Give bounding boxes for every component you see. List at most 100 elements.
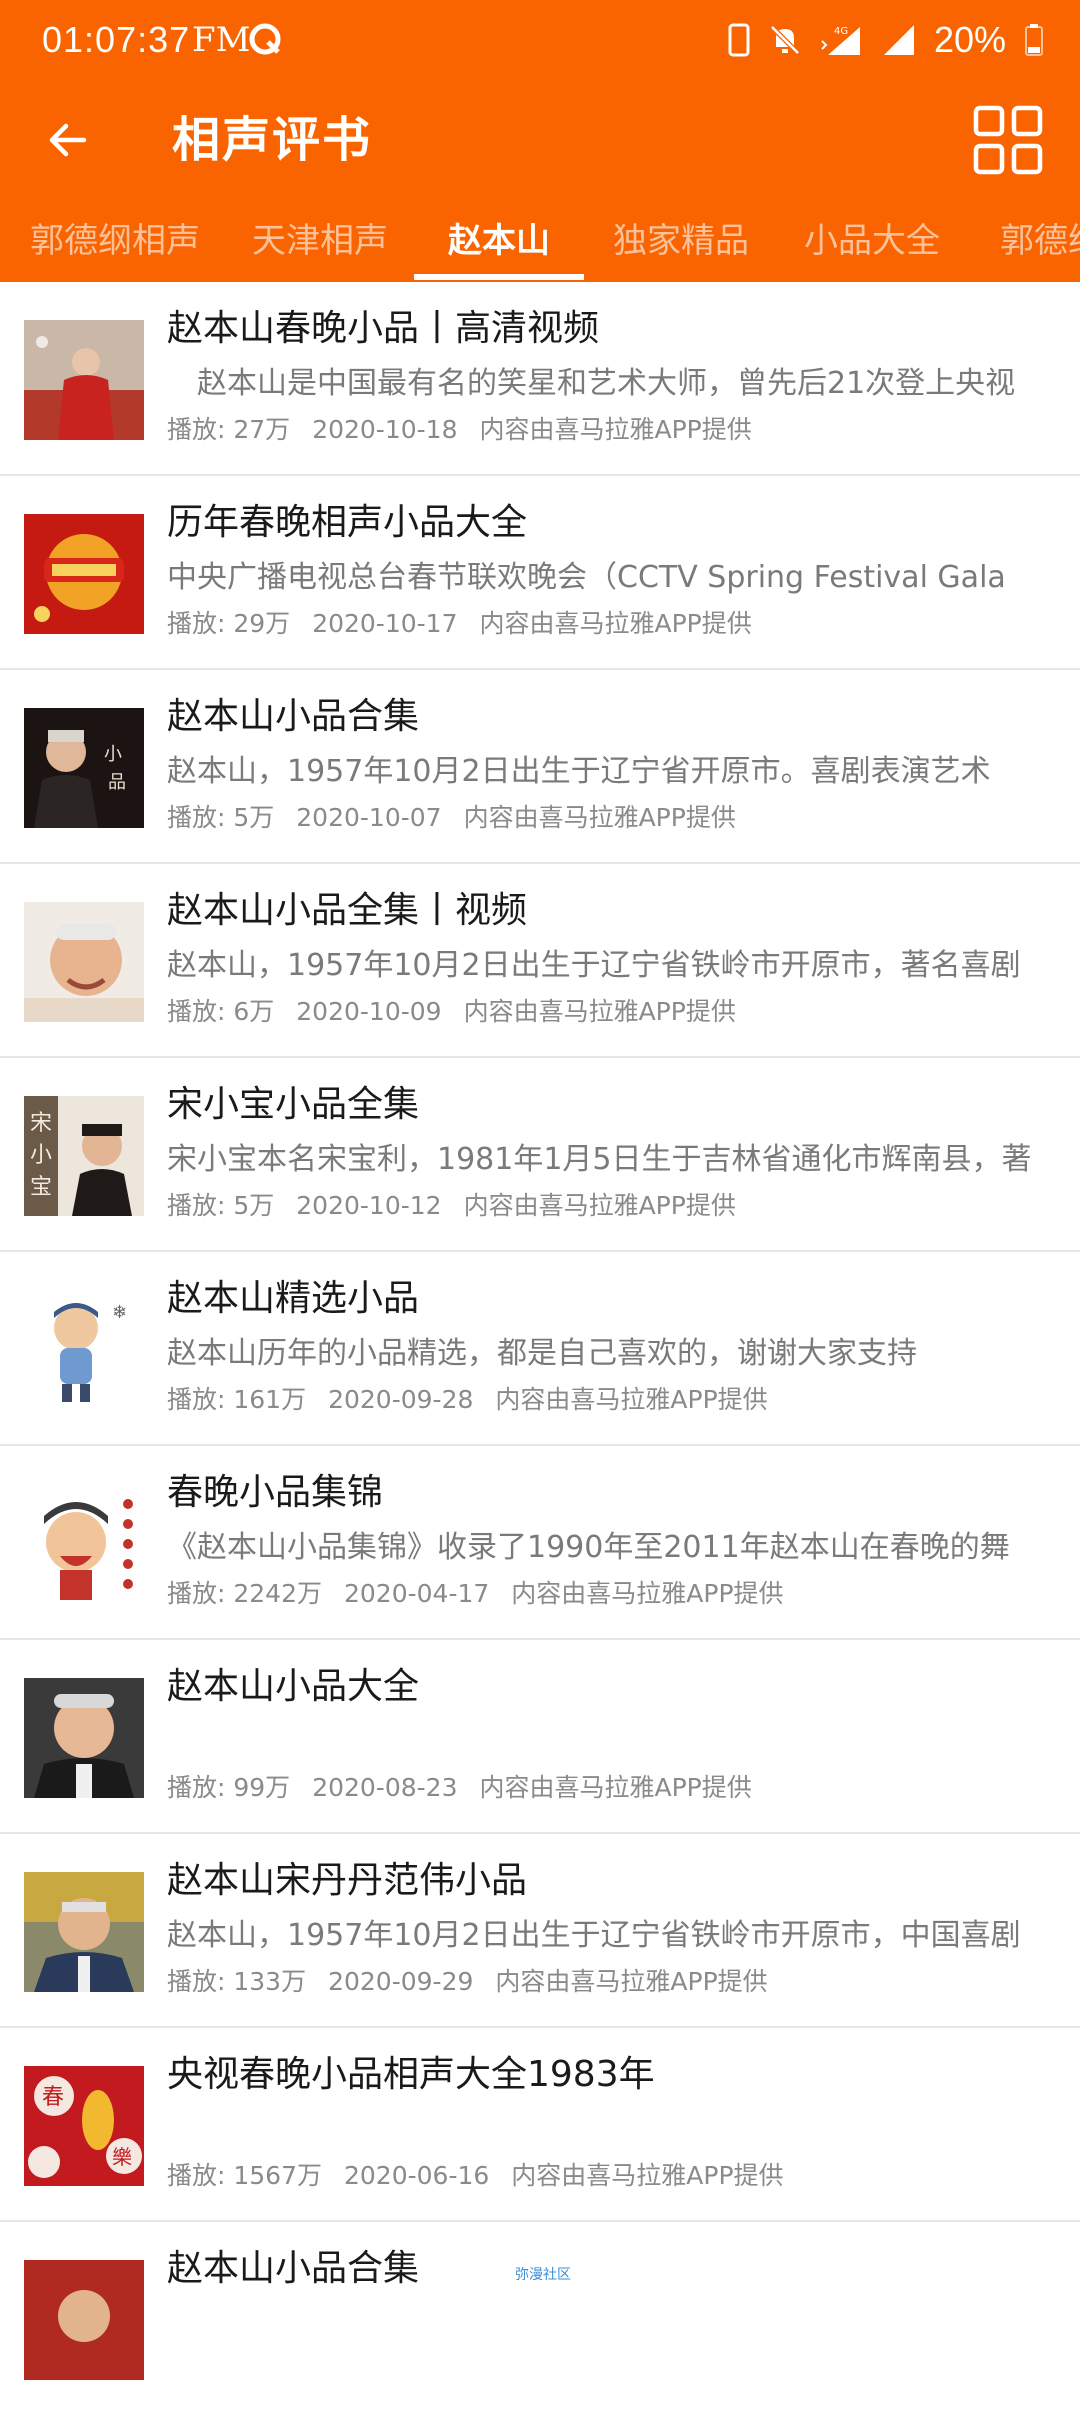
svg-text:4G: 4G [834,26,848,37]
album-title: 赵本山小品全集丨视频 [167,890,528,931]
list-item[interactable]: 历年春晚相声小品大全 中央广播电视总台春节联欢晚会（CCTV Spring Fe… [0,476,1080,670]
album-thumbnail [24,902,144,1022]
page-title: 相声评书 [172,112,373,168]
album-thumbnail: 宋小宝 [24,1096,144,1216]
svg-text:小: 小 [30,1143,52,1168]
tab-dujia-jingpin[interactable]: 独家精品 [613,216,749,266]
album-thumbnail [24,1872,144,1992]
content-source: 内容由喜马拉雅APP提供 [479,1773,752,1802]
album-meta: 播放: 5万 2020-10-12 内容由喜马拉雅APP提供 [167,1188,758,1224]
album-description: 中央广播电视总台春节联欢晚会（CCTV Spring Festival Gala [167,560,1006,595]
album-meta: 播放: 27万 2020-10-18 内容由喜马拉雅APP提供 [167,412,774,448]
battery-icon [1025,24,1043,56]
update-date: 2020-08-23 [312,1773,458,1802]
album-meta: 播放: 5万 2020-10-07 内容由喜马拉雅APP提供 [167,800,758,836]
svg-text:小: 小 [104,744,122,765]
content-source: 内容由喜马拉雅APP提供 [511,2161,784,2190]
album-meta: 播放: 29万 2020-10-17 内容由喜马拉雅APP提供 [167,606,774,642]
album-meta: 播放: 2242万 2020-04-17 内容由喜马拉雅APP提供 [167,1576,806,1612]
album-title: 赵本山小品合集 [167,2248,420,2289]
album-thumbnail: 春樂 [24,2066,144,2186]
list-item[interactable]: 赵本山宋丹丹范伟小品 赵本山，1957年10月2日出生于辽宁省铁岭市开原市，中国… [0,1834,1080,2028]
play-count: 播放: 99万 [167,1773,291,1802]
list-item[interactable]: 宋小宝 宋小宝小品全集 宋小宝本名宋宝利，1981年1月5日生于吉林省通化市辉南… [0,1058,1080,1252]
album-title: 历年春晚相声小品大全 [167,502,528,543]
album-meta: 播放: 161万 2020-09-28 内容由喜马拉雅APP提供 [167,1382,790,1418]
album-meta: 播放: 1567万 2020-06-16 内容由喜马拉雅APP提供 [167,2158,806,2194]
tab-tianjin-xiangsheng[interactable]: 天津相声 [252,216,388,266]
back-button[interactable] [28,100,108,180]
app-header: 01:07:37 FM 4G 20% 相声评书 郭德纲相声 天津相声 赵本山 独… [0,0,1080,282]
category-tabs: 郭德纲相声 天津相声 赵本山 独家精品 小品大全 郭德纲 [0,200,1080,282]
list-item[interactable]: 春晚小品集锦 《赵本山小品集锦》收录了1990年至2011年赵本山在春晚的舞 播… [0,1446,1080,1640]
list-item[interactable]: 赵本山小品合集 [0,2222,1080,2416]
album-thumbnail [24,320,144,440]
list-item[interactable]: 赵本山小品大全 播放: 99万 2020-08-23 内容由喜马拉雅APP提供 [0,1640,1080,1834]
album-description: 赵本山历年的小品精选，都是自己喜欢的，谢谢大家支持 [167,1336,917,1371]
album-thumbnail: 小品 [24,708,144,828]
play-count: 播放: 1567万 [167,2161,322,2190]
svg-text:品: 品 [108,772,126,793]
tab-guodegang[interactable]: 郭德纲 [1000,216,1080,266]
tab-xiaopin-daquan[interactable]: 小品大全 [804,216,940,266]
album-description: 赵本山，1957年10月2日出生于辽宁省铁岭市开原市，中国喜剧 [167,1918,1021,1953]
album-thumbnail: ❄ [24,1290,144,1410]
play-count: 播放: 5万 [167,1191,275,1220]
play-count: 播放: 6万 [167,997,275,1026]
content-source: 内容由喜马拉雅APP提供 [495,1385,768,1414]
status-time: 01:07:37 [42,19,191,60]
album-thumbnail [24,1484,144,1604]
back-arrow-icon [49,123,87,157]
album-meta: 播放: 99万 2020-08-23 内容由喜马拉雅APP提供 [167,1770,774,1806]
phone-icon [728,23,750,57]
content-source: 内容由喜马拉雅APP提供 [463,1191,736,1220]
grid-view-icon[interactable] [972,104,1044,176]
list-item[interactable]: 赵本山春晚小品丨高清视频 赵本山是中国最有名的笑星和艺术大师，曾先后21次登上央… [0,282,1080,476]
list-item[interactable]: 小品 赵本山小品合集 赵本山，1957年10月2日出生于辽宁省开原市。喜剧表演艺… [0,670,1080,864]
list-item[interactable]: 春樂 央视春晚小品相声大全1983年 播放: 1567万 2020-06-16 内容… [0,2028,1080,2222]
album-title: 赵本山精选小品 [167,1278,420,1319]
play-count: 播放: 27万 [167,415,291,444]
tab-zhaobenshan[interactable]: 赵本山 [448,216,550,266]
community-tag[interactable]: 弥漫社区 [515,2264,571,2284]
album-description: 宋小宝本名宋宝利，1981年1月5日生于吉林省通化市辉南县，著 [167,1142,1032,1177]
album-description: 赵本山，1957年10月2日出生于辽宁省开原市。喜剧表演艺术 [167,754,991,789]
album-title: 赵本山小品大全 [167,1666,420,1707]
content-source: 内容由喜马拉雅APP提供 [463,803,736,832]
album-description: 《赵本山小品集锦》收录了1990年至2011年赵本山在春晚的舞 [167,1530,1010,1565]
play-count: 播放: 5万 [167,803,275,832]
svg-text:春: 春 [42,2085,64,2110]
update-date: 2020-10-18 [312,415,458,444]
svg-text:宋: 宋 [30,1111,52,1136]
status-bar: 01:07:37 FM 4G 20% [0,0,1080,80]
album-title: 宋小宝小品全集 [167,1084,420,1125]
content-source: 内容由喜马拉雅APP提供 [495,1967,768,1996]
album-meta: 播放: 133万 2020-09-29 内容由喜马拉雅APP提供 [167,1964,790,2000]
content-source: 内容由喜马拉雅APP提供 [463,997,736,1026]
status-fm: FM [192,20,251,60]
content-source: 内容由喜马拉雅APP提供 [511,1579,784,1608]
album-thumbnail [24,2260,144,2380]
album-description: 赵本山，1957年10月2日出生于辽宁省铁岭市开原市，著名喜剧 [167,948,1021,983]
update-date: 2020-09-29 [328,1967,474,1996]
album-meta: 播放: 6万 2020-10-09 内容由喜马拉雅APP提供 [167,994,758,1030]
signal-icon [883,25,914,55]
update-date: 2020-04-17 [344,1579,490,1608]
play-count: 播放: 2242万 [167,1579,322,1608]
app-notification-icon [249,23,281,55]
list-item[interactable]: ❄ 赵本山精选小品 赵本山历年的小品精选，都是自己喜欢的，谢谢大家支持 播放: … [0,1252,1080,1446]
album-title: 赵本山小品合集 [167,696,420,737]
play-count: 播放: 133万 [167,1967,307,1996]
album-title: 央视春晚小品相声大全1983年 [167,2054,655,2095]
svg-text:宝: 宝 [30,1175,52,1200]
update-date: 2020-10-07 [296,803,442,832]
list-item[interactable]: 赵本山小品全集丨视频 赵本山，1957年10月2日出生于辽宁省铁岭市开原市，著名… [0,864,1080,1058]
battery-percent: 20% [933,19,1006,60]
mute-bell-icon [770,25,800,55]
status-right: 4G 20% [728,16,1044,64]
toolbar: 相声评书 [0,80,1080,200]
album-title: 赵本山宋丹丹范伟小品 [167,1860,528,1901]
svg-text:❄: ❄ [112,1302,127,1323]
album-description: 赵本山是中国最有名的笑星和艺术大师，曾先后21次登上央视 [167,366,1016,401]
tab-guodegang-xiangsheng[interactable]: 郭德纲相声 [30,216,200,266]
